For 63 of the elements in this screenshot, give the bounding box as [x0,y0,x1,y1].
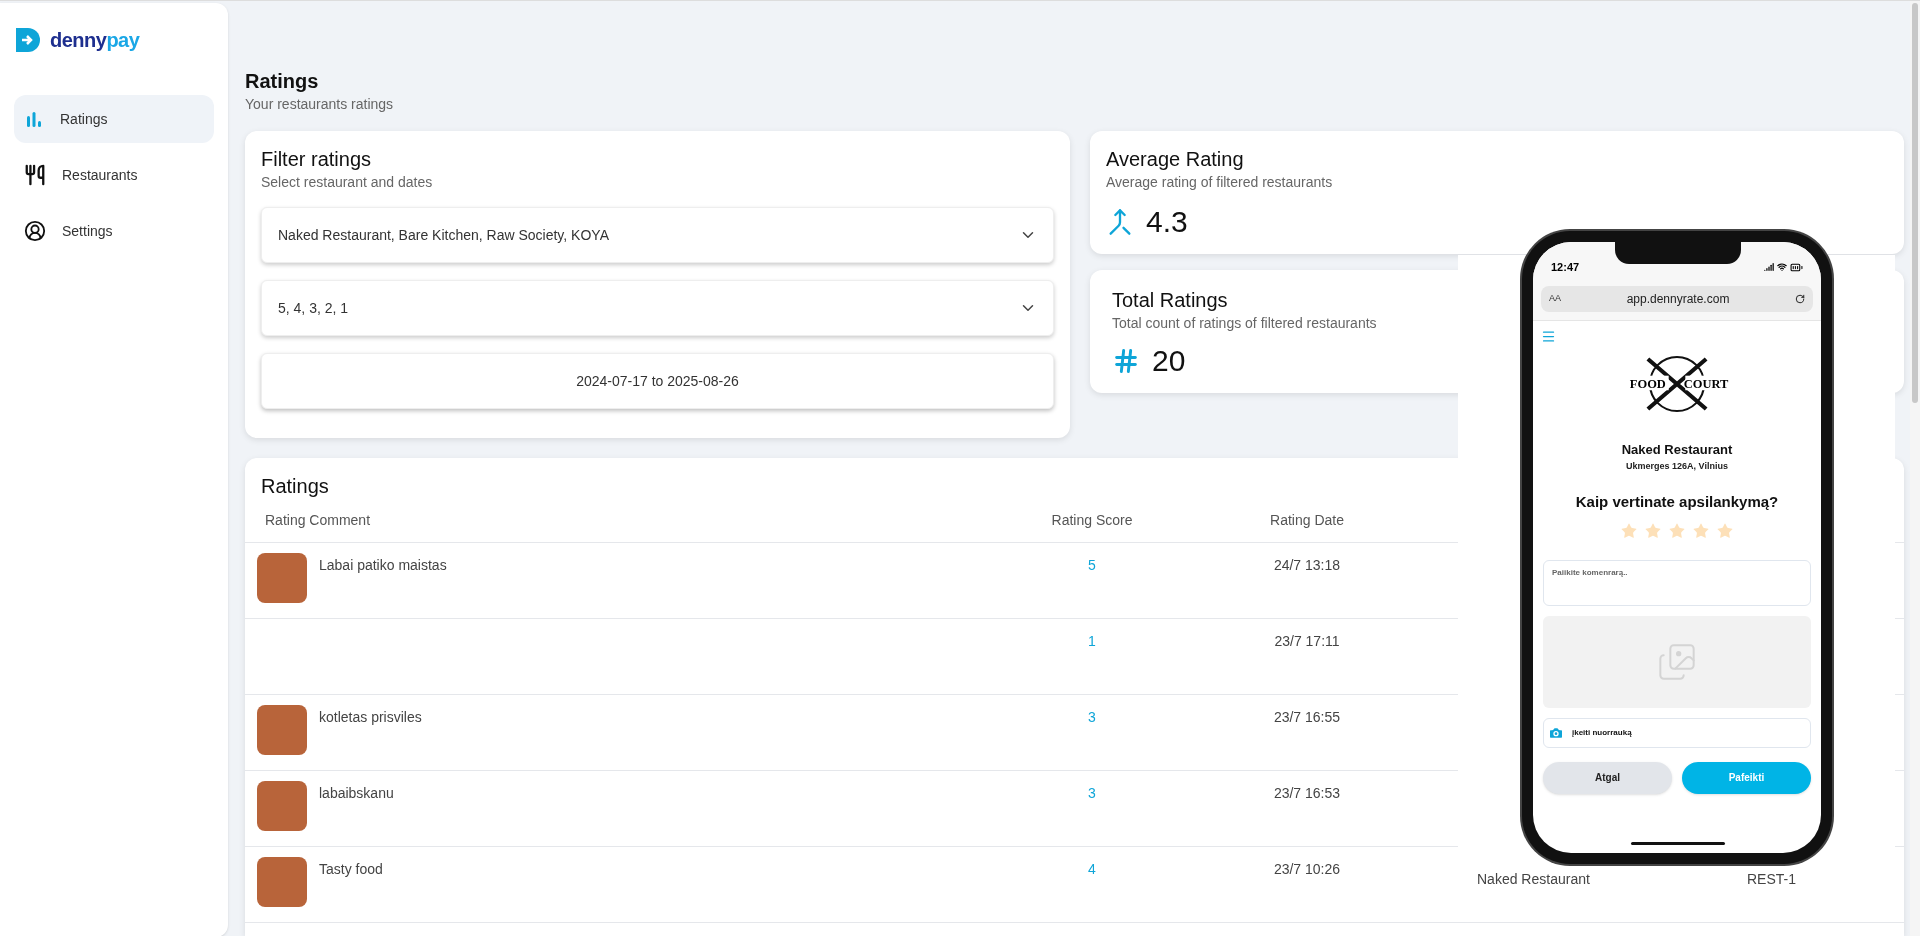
images-icon [1657,641,1697,682]
column-header: Rating Score [1050,511,1134,530]
star-icon[interactable] [1644,521,1662,540]
browser-url: app.dennyrate.com [1625,291,1731,308]
rating-date: 23/7 16:53 [1272,784,1342,803]
back-button[interactable]: Atgal [1543,761,1672,794]
browser-address-bar[interactable]: AA app.dennyrate.com [1541,286,1813,312]
star-icon[interactable] [1668,521,1686,540]
filter-title: Filter ratings [261,147,373,172]
comment-field[interactable]: Paiikite komenrarą.. [1543,559,1811,606]
rating-score: 3 [1087,784,1097,803]
menu-icon[interactable] [1541,329,1556,344]
column-header: Rating Date [1269,511,1345,530]
rating-score: 1 [1087,632,1097,651]
rating-question: Kaip vertinate apsilankymą? [1575,492,1779,512]
rating-date: 23/7 10:26 [1272,860,1342,879]
restaurant-select[interactable]: Naked Restaurant, Bare Kitchen, Raw Society, KOYA [261,207,1054,263]
food-court-logo: FOOD COURT [1625,350,1729,418]
text-size-button[interactable]: AA [1549,292,1561,306]
page-subtitle: Your restaurants ratings [245,95,395,114]
restaurant-name: Naked Restaurant [1621,441,1733,459]
rating-date: 23/7 16:55 [1272,708,1342,727]
rating-score: 5 [1087,556,1097,575]
wifi-icon [1777,262,1787,272]
rating-date: 24/7 13:18 [1272,556,1342,575]
photo-upload-area[interactable] [1543,615,1811,708]
star-icon[interactable] [1716,521,1734,540]
user-circle-icon [24,220,46,242]
bar-chart-icon [24,109,44,129]
column-header: Rating Comment [264,511,372,530]
reload-icon[interactable] [1795,294,1805,304]
fork-knife-icon [24,164,46,186]
star-rating[interactable] [1620,521,1734,540]
restaurant-name-cell-text: Naked Restaurant [1477,870,1591,889]
average-subtitle: Average rating of filtered restaurants [1106,173,1333,192]
total-value: 20 [1152,343,1186,379]
rating-comment: Tasty food [319,860,383,879]
date-range-button[interactable]: 2024-07-17 to 2025-08-26 [261,353,1054,409]
signal-icon [1764,262,1774,272]
phone-time: 12:47 [1551,259,1580,275]
sidebar-item[interactable]: Ratings [14,95,214,143]
star-icon[interactable] [1620,521,1638,540]
score-select[interactable]: 5, 4, 3, 2, 1 [261,280,1054,336]
average-value: 4.3 [1146,204,1188,240]
table-title: Ratings [261,474,329,499]
page-title: Ratings [245,69,320,94]
filter-subtitle: Select restaurant and dates [261,173,434,192]
rating-score: 3 [1087,708,1097,727]
rating-comment: labaibskanu [319,784,394,803]
restaurant-address: Ukmerges 126A, Vilnius [1626,459,1728,473]
star-icon[interactable] [1692,521,1710,540]
rating-score: 4 [1087,860,1097,879]
rating-comment: kotletas prisviles [319,708,422,727]
restaurant-id: REST-1 [1747,870,1796,889]
brand-name: dennypay [50,28,140,53]
total-subtitle: Total count of ratings of filtered restaurants [1112,314,1377,333]
hash-icon [1112,346,1140,375]
average-title: Average Rating [1106,147,1244,172]
rating-comment: Labai patiko maistas [319,556,447,575]
upload-photo-button[interactable]: įkeiti nuorrauką [1543,717,1811,748]
logo-icon [14,26,42,54]
total-title: Total Ratings [1112,288,1228,313]
rating-date: 23/7 17:11 [1273,632,1341,651]
